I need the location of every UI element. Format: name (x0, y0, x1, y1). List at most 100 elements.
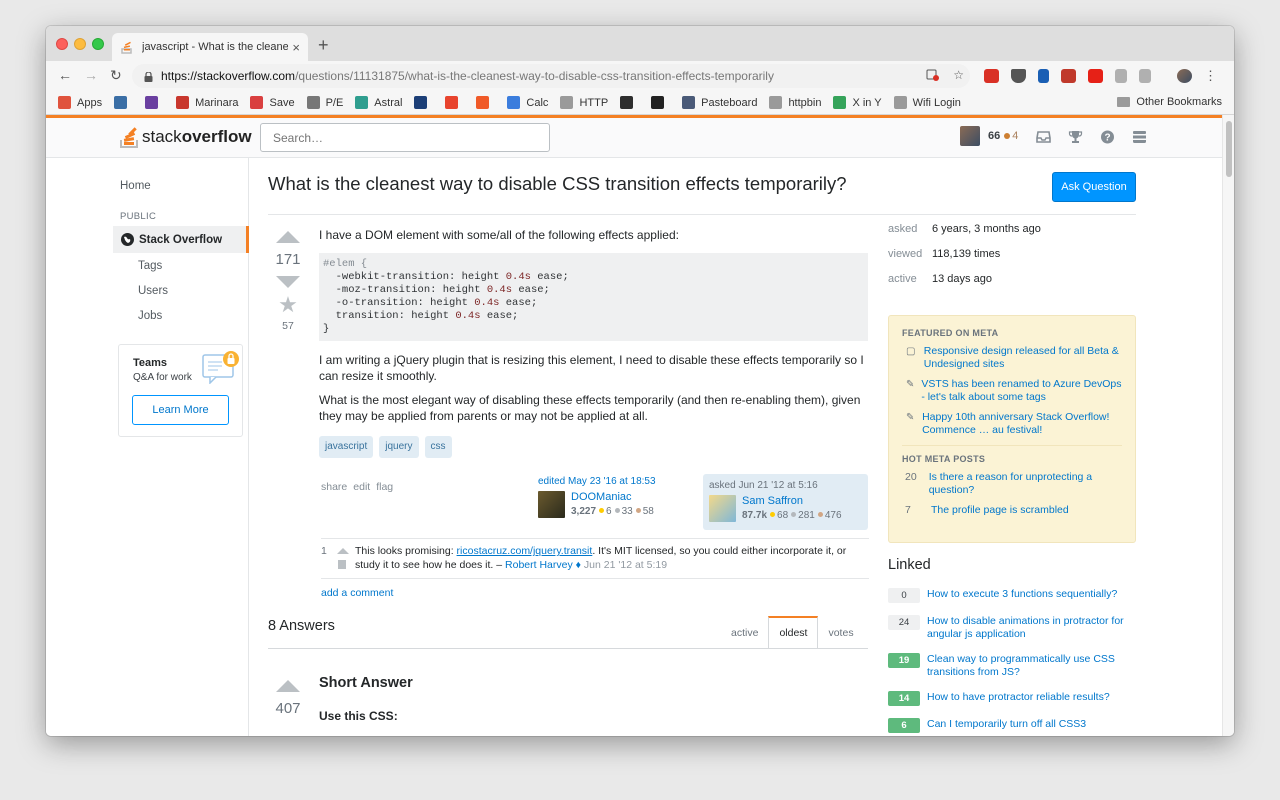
bookmark-item[interactable] (145, 96, 164, 109)
back-arrow-icon[interactable]: ← (58, 67, 72, 83)
site-settings-icon[interactable] (926, 68, 940, 84)
nav-users[interactable]: Users (138, 285, 168, 297)
extension-icon[interactable] (1038, 69, 1049, 83)
answer-subheading: Use this CSS: (319, 709, 398, 723)
so-search-input[interactable] (260, 123, 550, 152)
linked-item[interactable]: 0 How to execute 3 functions sequentially… (888, 588, 1136, 603)
bookmark-item[interactable]: httpbin (769, 96, 821, 109)
tab-votes[interactable]: votes (818, 616, 863, 649)
address-bar[interactable]: https://stackoverflow.com /questions/111… (132, 64, 970, 88)
meta-hot-item[interactable]: 7 The profile page is scrambled (902, 504, 1122, 517)
achievements-trophy-icon[interactable] (1068, 130, 1083, 144)
maximize-window-button[interactable] (92, 38, 104, 50)
nav-jobs[interactable]: Jobs (138, 310, 162, 322)
question-title[interactable]: What is the cleanest way to disable CSS … (268, 173, 847, 195)
nav-home[interactable]: Home (120, 180, 151, 192)
answer-vote-count: 407 (275, 700, 301, 717)
linked-item[interactable]: 24 How to disable animations in protracto… (888, 615, 1136, 641)
page-scrollbar[interactable] (1222, 115, 1234, 736)
reload-icon[interactable]: ↻ (110, 67, 122, 84)
tab-close-icon[interactable]: × (292, 40, 300, 55)
bookmark-favicon-icon (682, 96, 696, 109)
bookmark-item[interactable] (651, 96, 670, 109)
comment-user[interactable]: Robert Harvey ♦ (505, 559, 581, 571)
bookmark-item[interactable] (476, 96, 495, 109)
forward-arrow-icon[interactable]: → (84, 67, 98, 83)
scrollbar-thumb[interactable] (1226, 121, 1232, 177)
svg-text:?: ? (1104, 133, 1110, 144)
youtube-icon[interactable] (1088, 69, 1103, 83)
teams-learn-more-button[interactable]: Learn More (132, 395, 229, 425)
bookmark-item[interactable]: Astral (355, 96, 402, 109)
browser-tab[interactable]: javascript - What is the cleanest × (112, 33, 308, 61)
other-bookmarks-label: Other Bookmarks (1136, 96, 1222, 108)
inbox-icon[interactable] (1036, 130, 1051, 144)
flag-link[interactable]: flag (376, 481, 393, 493)
profile-avatar[interactable] (1177, 69, 1192, 83)
bookmark-item[interactable]: Marinara (176, 96, 238, 109)
bookmark-item[interactable] (114, 96, 133, 109)
so-logo[interactable]: stack overflow (120, 126, 252, 148)
bookmark-item[interactable]: X in Y (833, 96, 882, 109)
ask-question-button[interactable]: Ask Question (1052, 172, 1136, 202)
menu-dots-icon[interactable]: ⋮ (1204, 68, 1217, 84)
question-vote-count: 171 (275, 251, 301, 268)
linked-item[interactable]: 19 Clean way to programmatically use CSS … (888, 653, 1136, 679)
extension-icon[interactable] (1061, 69, 1076, 83)
linked-item[interactable]: 6 Can I temporarily turn off all CSS3 (888, 718, 1136, 733)
other-bookmarks[interactable]: Other Bookmarks (1117, 96, 1222, 108)
bookmark-item[interactable] (445, 96, 464, 109)
bookmark-item[interactable]: Wifi Login (893, 96, 961, 109)
bookmark-item[interactable]: Pasteboard (682, 96, 757, 109)
comment-upvote-icon[interactable] (337, 548, 349, 554)
bookmark-item[interactable] (620, 96, 639, 109)
bookmark-item[interactable]: Save (250, 96, 295, 109)
edited-time-link[interactable]: edited May 23 '16 at 18:53 (538, 476, 698, 487)
extension-icon[interactable] (984, 69, 999, 83)
bookmark-item[interactable]: Apps (58, 96, 102, 109)
bookmark-item[interactable]: Calc (507, 96, 548, 109)
pocket-icon[interactable] (1011, 69, 1026, 83)
meta-featured-item[interactable]: ✎ Happy 10th anniversary Stack Overflow! … (902, 411, 1122, 437)
meta-hot-item[interactable]: 20 Is there a reason for unprotecting a q… (902, 471, 1122, 497)
tag-jquery[interactable]: jquery (379, 436, 419, 458)
bookmark-item[interactable] (414, 96, 433, 109)
meta-featured-item[interactable]: ✎ VSTS has been renamed to Azure DevOps -… (902, 378, 1122, 404)
extension-icon[interactable] (1115, 69, 1127, 83)
tag-javascript[interactable]: javascript (319, 436, 374, 458)
upvote-arrow-icon[interactable] (276, 680, 300, 692)
linked-item[interactable]: 14 How to have protractor reliable result… (888, 691, 1136, 706)
tab-active[interactable]: active (721, 616, 768, 649)
add-comment-link[interactable]: add a comment (321, 587, 393, 599)
bookmark-item[interactable]: HTTP (560, 96, 608, 109)
comment-flag-icon[interactable] (338, 560, 346, 569)
asker-name[interactable]: Sam Saffron (742, 495, 842, 507)
tag-css[interactable]: css (424, 436, 452, 458)
new-tab-button[interactable]: + (318, 35, 329, 56)
bookmark-item[interactable]: P/E (306, 96, 343, 109)
tab-oldest[interactable]: oldest (768, 616, 819, 649)
meta-featured-item[interactable]: ▢ Responsive design released for all Beta… (902, 345, 1122, 371)
pencil-icon: ✎ (906, 379, 915, 390)
extension-icon[interactable] (1139, 69, 1151, 83)
comment-link[interactable]: ricostacruz.com/jquery.transit (457, 545, 593, 557)
upvote-arrow-icon[interactable] (276, 231, 300, 243)
favorite-star-icon[interactable]: ★ (268, 294, 308, 316)
asker-avatar[interactable] (709, 495, 736, 522)
bookmark-favicon-icon (476, 96, 490, 109)
edit-link[interactable]: edit (353, 481, 370, 493)
help-icon[interactable]: ? (1100, 130, 1115, 144)
close-window-button[interactable] (56, 38, 68, 50)
site-switcher-icon[interactable] (1132, 130, 1147, 144)
editor-avatar[interactable] (538, 491, 565, 518)
bookmark-star-icon[interactable]: ☆ (953, 68, 964, 84)
nav-stack-overflow-label: Stack Overflow (139, 233, 223, 246)
minimize-window-button[interactable] (74, 38, 86, 50)
user-summary[interactable]: 66 4 (960, 126, 1018, 146)
downvote-arrow-icon[interactable] (276, 276, 300, 288)
editor-name[interactable]: DOOManiac (571, 491, 654, 503)
user-avatar (960, 126, 980, 146)
nav-tags[interactable]: Tags (138, 260, 162, 272)
share-link[interactable]: share (321, 481, 347, 493)
nav-stack-overflow[interactable]: Stack Overflow (113, 226, 249, 253)
